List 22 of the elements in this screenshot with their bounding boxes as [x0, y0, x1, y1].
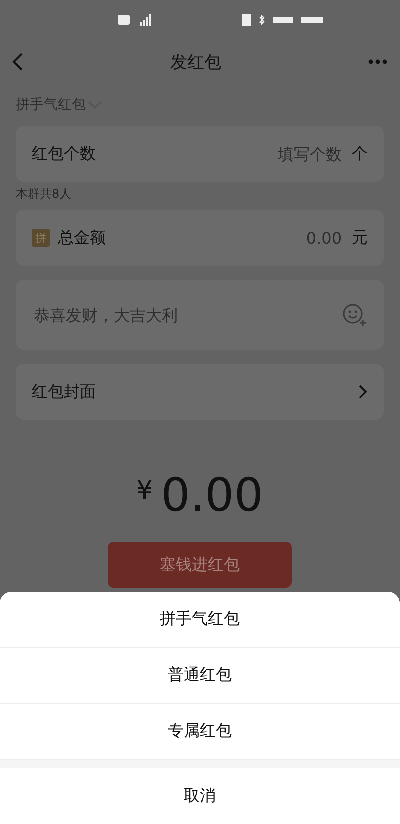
count-input[interactable]: 填写个数 — [260, 144, 344, 164]
more-icon[interactable] — [368, 59, 388, 65]
bluetooth-icon — [258, 15, 264, 25]
count-label: 红包个数 — [32, 144, 97, 164]
greeting-input[interactable]: 恭喜发财，大吉大利 — [32, 304, 334, 326]
back-icon[interactable] — [12, 52, 24, 72]
amount-input[interactable]: 0.00 — [260, 228, 344, 248]
total-amount: 0.00 — [161, 468, 264, 522]
emoji-icon[interactable] — [342, 303, 368, 327]
chevron-right-icon — [358, 384, 368, 400]
sheet-option[interactable]: 普通红包 — [0, 648, 400, 704]
sheet-option[interactable]: 专属红包 — [0, 704, 400, 760]
cancel-button[interactable]: 取消 — [0, 768, 400, 824]
amount-unit: 元 — [352, 228, 368, 248]
page-title: 发红包 — [170, 52, 222, 74]
group-note: 本群共8人 — [16, 186, 73, 203]
count-unit: 个 — [352, 144, 368, 164]
signal-icon — [118, 14, 152, 26]
currency-symbol: ¥ — [136, 476, 154, 506]
amount-label: 总金额 — [58, 228, 107, 248]
cover-label[interactable]: 红包封面 — [32, 382, 350, 402]
sheet-option[interactable]: 拼手气红包 — [0, 592, 400, 648]
